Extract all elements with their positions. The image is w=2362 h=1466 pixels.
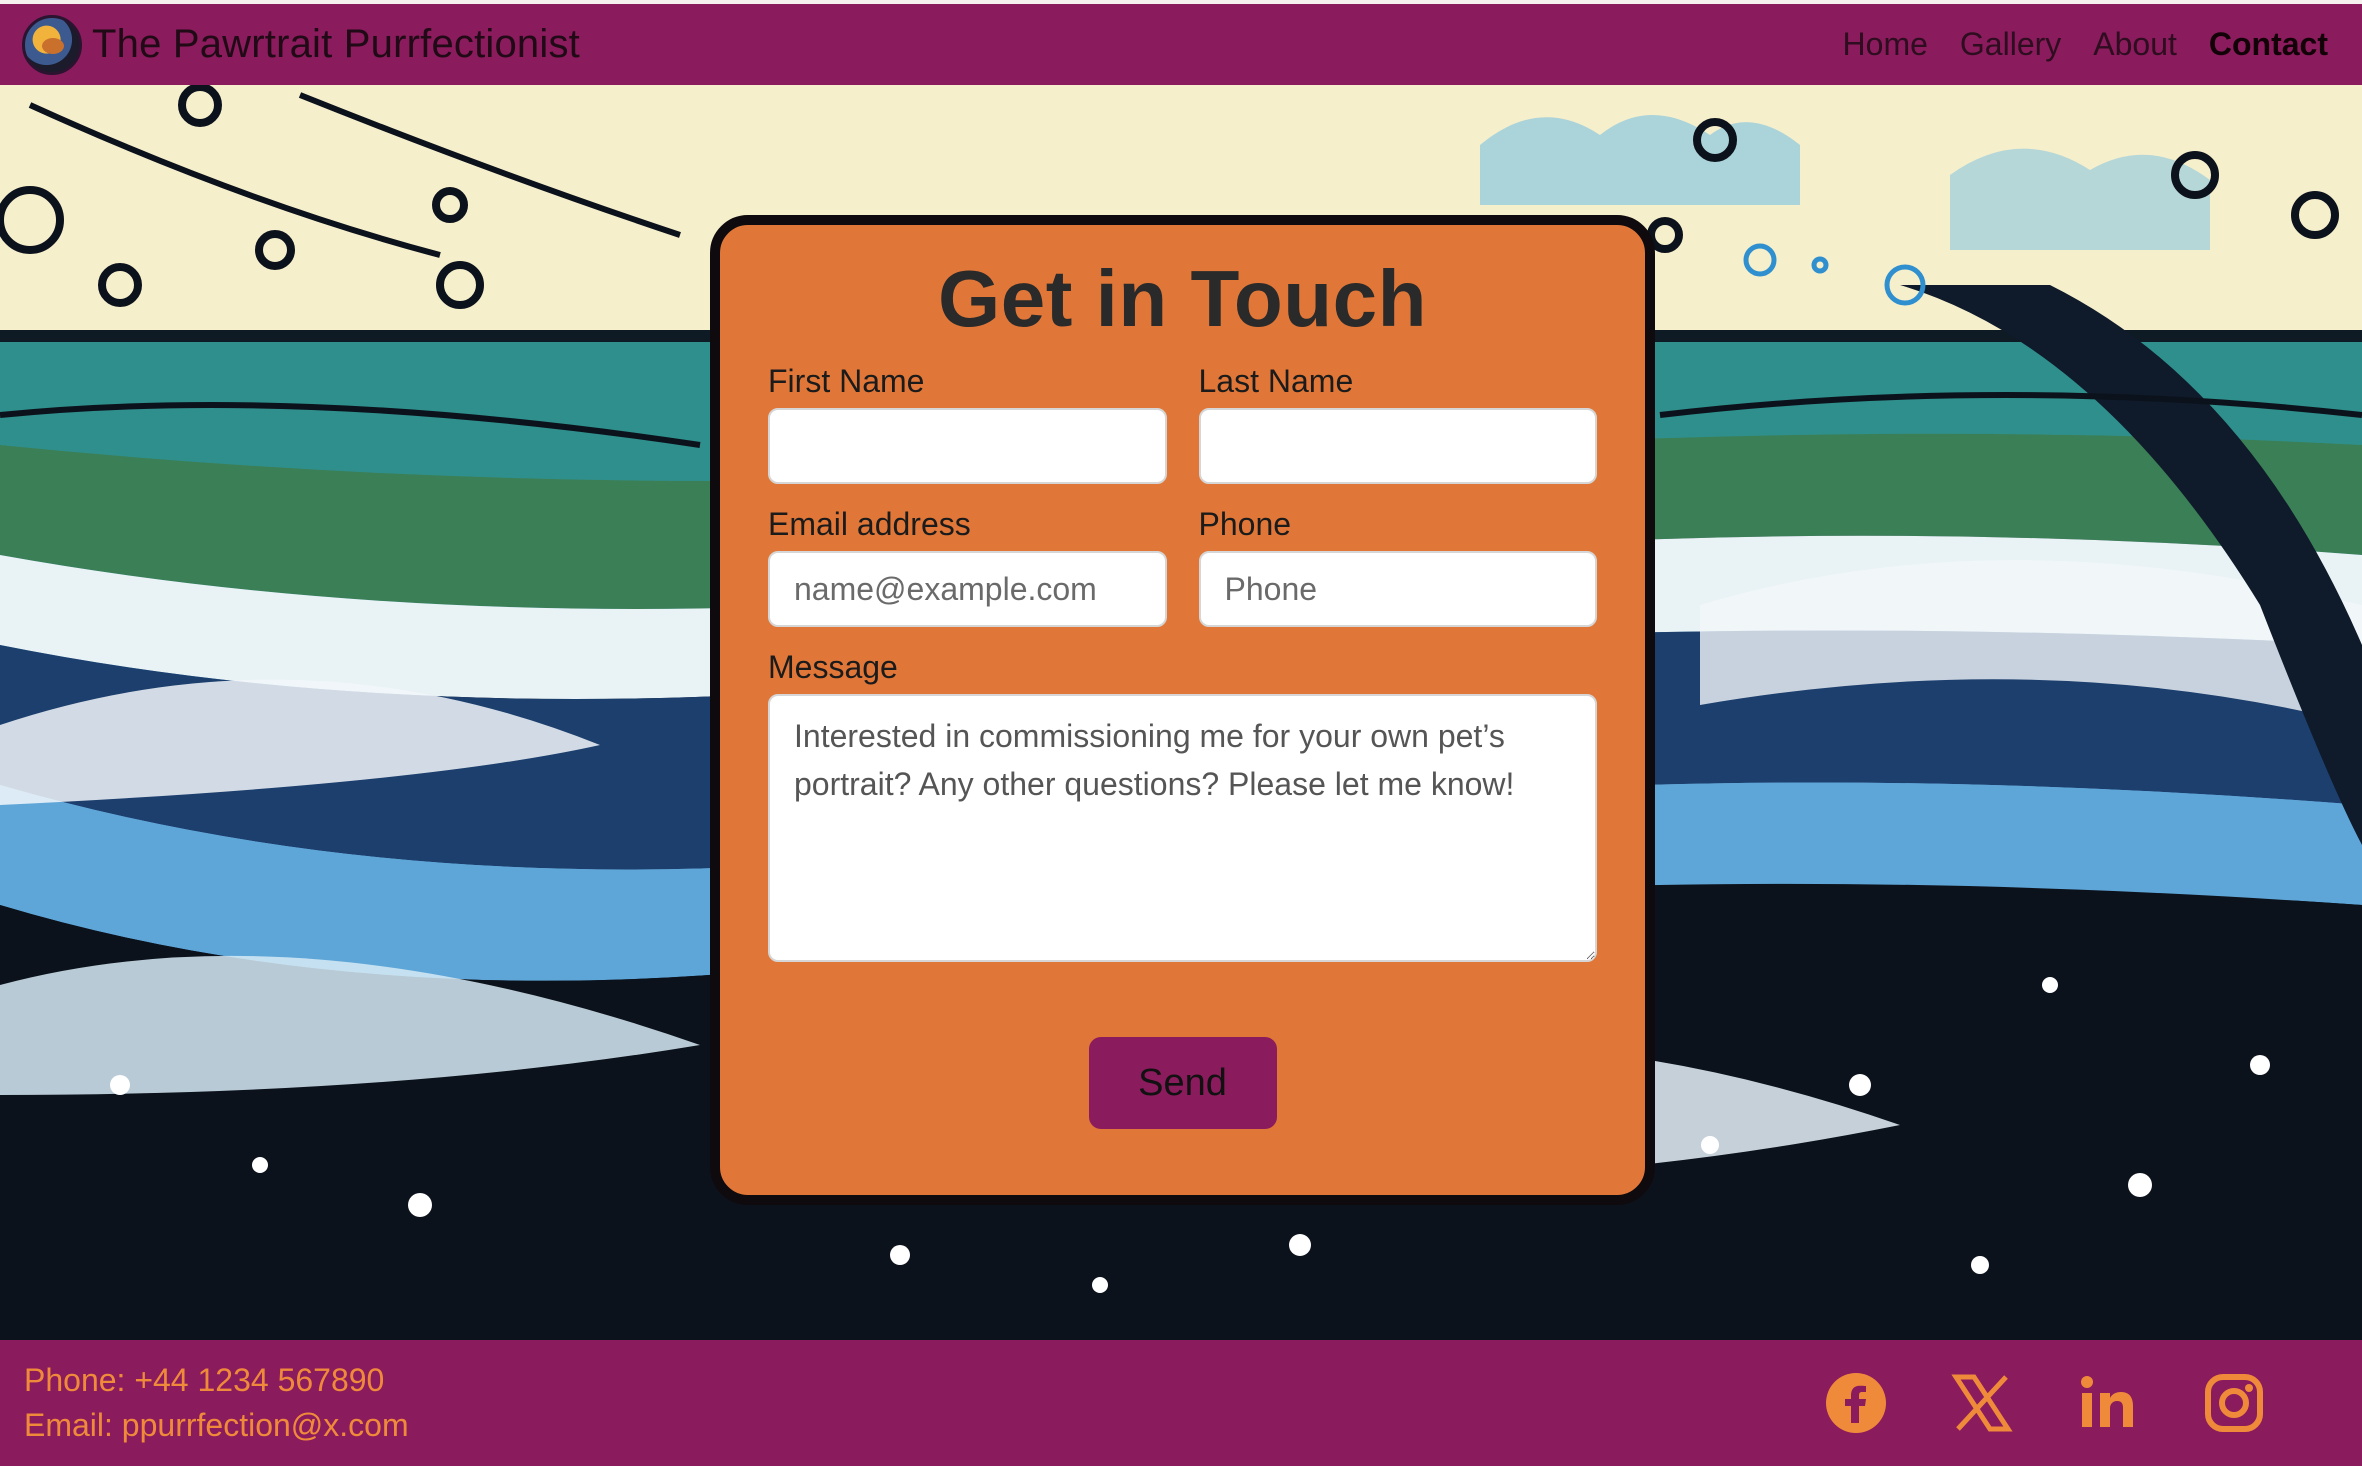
- message-textarea[interactable]: [768, 694, 1597, 962]
- brand-logo-icon[interactable]: [22, 14, 82, 75]
- first-name-group: First Name: [768, 363, 1167, 484]
- first-name-label: First Name: [768, 363, 925, 399]
- contact-form-card: Get in Touch First Name Last Name Email …: [710, 215, 1655, 1205]
- form-title: Get in Touch: [938, 254, 1427, 343]
- footer: Phone: +44 1234 567890 Email: ppurrfecti…: [0, 1340, 2362, 1466]
- nav-link-about[interactable]: About: [2093, 26, 2177, 63]
- x-icon[interactable]: [1950, 1371, 2014, 1435]
- nav-link-home[interactable]: Home: [1843, 26, 1928, 63]
- message-label: Message: [768, 649, 898, 685]
- navbar: The Pawrtrait Purrfectionist Home Galler…: [0, 0, 2362, 85]
- instagram-icon[interactable]: [2202, 1371, 2266, 1435]
- footer-phone: Phone: +44 1234 567890: [24, 1362, 385, 1398]
- nav-link-gallery[interactable]: Gallery: [1960, 26, 2061, 63]
- hero-background: Get in Touch First Name Last Name Email …: [0, 85, 2362, 1340]
- linkedin-icon[interactable]: [2076, 1371, 2140, 1435]
- phone-group: Phone: [1198, 506, 1597, 627]
- message-group: Message: [768, 649, 1597, 967]
- nav-link-contact[interactable]: Contact: [2209, 26, 2328, 63]
- first-name-input[interactable]: [768, 408, 1167, 484]
- footer-email: Email: ppurrfection@x.com: [24, 1407, 409, 1443]
- email-input[interactable]: [768, 551, 1167, 627]
- brand[interactable]: The Pawrtrait Purrfectionist: [22, 14, 580, 75]
- email-group: Email address: [768, 506, 1167, 627]
- last-name-input[interactable]: [1198, 408, 1597, 484]
- send-button-wrapper: Send: [768, 1037, 1597, 1129]
- nav-links: Home Gallery About Contact: [1843, 26, 2328, 63]
- email-label: Email address: [768, 506, 971, 542]
- brand-title[interactable]: The Pawrtrait Purrfectionist: [92, 22, 580, 67]
- phone-input[interactable]: [1198, 551, 1597, 627]
- send-button[interactable]: Send: [1088, 1037, 1277, 1129]
- last-name-label: Last Name: [1198, 363, 1354, 399]
- name-row: First Name Last Name: [768, 363, 1597, 484]
- facebook-icon[interactable]: [1824, 1371, 1888, 1435]
- phone-label: Phone: [1198, 506, 1292, 542]
- footer-contact: Phone: +44 1234 567890 Email: ppurrfecti…: [24, 1362, 409, 1444]
- last-name-group: Last Name: [1198, 363, 1597, 484]
- contact-row: Email address Phone: [768, 506, 1597, 627]
- social-links: [1824, 1371, 2266, 1435]
